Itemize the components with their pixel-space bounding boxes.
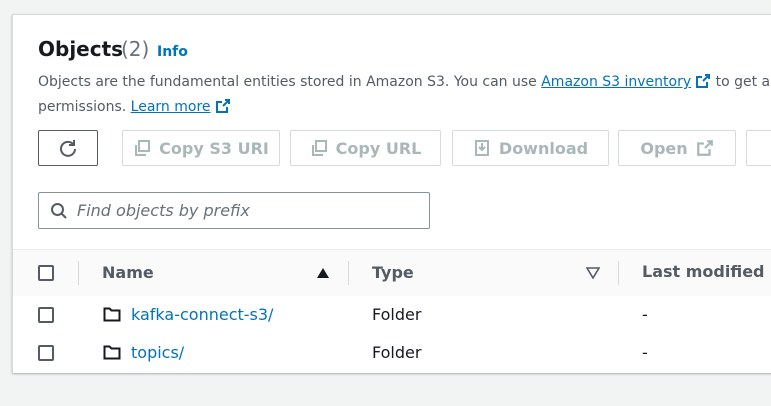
external-link-icon xyxy=(215,99,230,113)
copy-icon xyxy=(135,140,151,156)
column-divider xyxy=(78,261,79,285)
column-divider[interactable] xyxy=(348,261,349,285)
table-row: kafka-connect-s3/ Folder - xyxy=(13,296,771,335)
download-button[interactable]: Download xyxy=(452,130,609,166)
copy-s3-uri-button[interactable]: Copy S3 URI xyxy=(122,130,280,166)
copy-s3-uri-label: Copy S3 URI xyxy=(159,138,269,158)
download-icon xyxy=(474,140,489,156)
column-header-name[interactable]: Name xyxy=(102,263,154,282)
search-icon xyxy=(51,203,67,219)
object-last-modified: - xyxy=(642,305,648,324)
description-text: Objects are the fundamental entities sto… xyxy=(38,74,537,90)
table-header: Name Type Last modified xyxy=(13,249,771,298)
copy-icon xyxy=(311,140,327,156)
column-divider[interactable] xyxy=(618,261,619,285)
table-row: topics/ Folder - xyxy=(13,334,771,372)
page-title: Objects xyxy=(38,37,124,61)
search-input[interactable] xyxy=(77,193,417,228)
objects-panel: Objects (2) Info Objects are the fundame… xyxy=(12,14,771,373)
row-checkbox[interactable] xyxy=(38,345,54,361)
object-type: Folder xyxy=(372,343,422,362)
description-line-2: permissions. Learn more xyxy=(38,98,231,115)
column-header-type[interactable]: Type xyxy=(372,263,414,282)
object-last-modified: - xyxy=(642,343,648,362)
copy-url-label: Copy URL xyxy=(335,138,422,158)
refresh-icon xyxy=(60,140,76,157)
object-name-link[interactable]: topics/ xyxy=(131,343,184,362)
select-all-checkbox[interactable] xyxy=(38,265,54,281)
open-button[interactable]: Open xyxy=(618,130,736,166)
external-link-icon xyxy=(696,74,711,88)
info-link[interactable]: Info xyxy=(157,44,188,60)
object-count: (2) xyxy=(121,37,150,61)
inventory-link[interactable]: Amazon S3 inventory xyxy=(541,74,711,90)
row-checkbox[interactable] xyxy=(38,307,54,323)
object-name-link[interactable]: kafka-connect-s3/ xyxy=(131,305,273,324)
refresh-button[interactable] xyxy=(38,130,98,166)
column-header-last-modified[interactable]: Last modified xyxy=(642,262,765,281)
object-type: Folder xyxy=(372,305,422,324)
sort-descending-icon[interactable] xyxy=(586,267,600,279)
description-text-suffix: to get a list of a xyxy=(715,74,771,90)
folder-icon xyxy=(103,307,121,322)
search-box xyxy=(38,192,430,229)
folder-icon xyxy=(103,345,121,360)
sort-ascending-icon[interactable] xyxy=(316,267,330,279)
open-label: Open xyxy=(640,138,688,158)
description-line-1: Objects are the fundamental entities sto… xyxy=(38,73,771,90)
external-link-icon xyxy=(696,140,713,156)
more-actions-button[interactable] xyxy=(746,130,771,166)
copy-url-button[interactable]: Copy URL xyxy=(290,130,441,166)
download-label: Download xyxy=(498,138,589,158)
learn-more-link[interactable]: Learn more xyxy=(131,99,231,115)
description-text-2: permissions. xyxy=(38,99,127,115)
